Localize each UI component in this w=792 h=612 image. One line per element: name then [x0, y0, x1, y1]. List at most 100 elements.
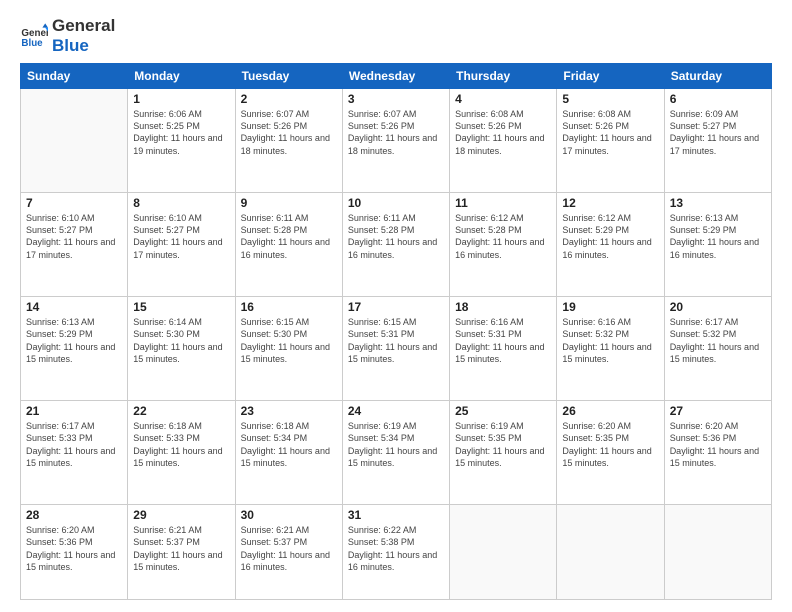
day-info: Sunrise: 6:16 AMSunset: 5:31 PMDaylight:… — [455, 316, 551, 365]
day-number: 23 — [241, 404, 337, 418]
weekday-header-tuesday: Tuesday — [235, 64, 342, 89]
day-number: 4 — [455, 92, 551, 106]
day-number: 20 — [670, 300, 766, 314]
calendar-cell: 17Sunrise: 6:15 AMSunset: 5:31 PMDayligh… — [342, 297, 449, 401]
day-number: 30 — [241, 508, 337, 522]
calendar-cell: 28 Sunrise: 6:20 AMSunset: 5:36 PMDayligh… — [21, 505, 128, 600]
week-row-4: 21 Sunrise: 6:17 AMSunset: 5:33 PMDayligh… — [21, 401, 772, 505]
weekday-header-monday: Monday — [128, 64, 235, 89]
day-info: Sunrise: 6:22 AMSunset: 5:38 PMDaylight:… — [348, 524, 444, 573]
calendar-cell: 31 Sunrise: 6:22 AMSunset: 5:38 PMDayligh… — [342, 505, 449, 600]
day-number: 17 — [348, 300, 444, 314]
page: General Blue General Blue SundayMondayTu… — [0, 0, 792, 612]
logo-blue: Blue — [52, 36, 115, 56]
calendar-cell: 29 Sunrise: 6:21 AMSunset: 5:37 PMDayligh… — [128, 505, 235, 600]
calendar-cell: 24Sunrise: 6:19 AMSunset: 5:34 PMDayligh… — [342, 401, 449, 505]
day-info: Sunrise: 6:20 AMSunset: 5:36 PMDaylight:… — [26, 524, 122, 573]
day-number: 14 — [26, 300, 122, 314]
day-info: Sunrise: 6:14 AMSunset: 5:30 PMDaylight:… — [133, 316, 229, 365]
calendar-cell — [450, 505, 557, 600]
logo: General Blue General Blue — [20, 16, 115, 55]
day-info: Sunrise: 6:13 AMSunset: 5:29 PMDaylight:… — [26, 316, 122, 365]
calendar-cell: 7 Sunrise: 6:10 AMSunset: 5:27 PMDaylight… — [21, 193, 128, 297]
day-number: 10 — [348, 196, 444, 210]
day-number: 6 — [670, 92, 766, 106]
day-number: 29 — [133, 508, 229, 522]
calendar-cell: 6 Sunrise: 6:09 AMSunset: 5:27 PMDaylight… — [664, 89, 771, 193]
day-info: Sunrise: 6:18 AMSunset: 5:34 PMDaylight:… — [241, 420, 337, 469]
day-number: 13 — [670, 196, 766, 210]
day-number: 26 — [562, 404, 658, 418]
day-info: Sunrise: 6:07 AMSunset: 5:26 PMDaylight:… — [241, 108, 337, 157]
weekday-header-thursday: Thursday — [450, 64, 557, 89]
day-info: Sunrise: 6:18 AMSunset: 5:33 PMDaylight:… — [133, 420, 229, 469]
day-info: Sunrise: 6:19 AMSunset: 5:35 PMDaylight:… — [455, 420, 551, 469]
day-number: 18 — [455, 300, 551, 314]
day-number: 31 — [348, 508, 444, 522]
day-info: Sunrise: 6:20 AMSunset: 5:36 PMDaylight:… — [670, 420, 766, 469]
calendar-cell: 11Sunrise: 6:12 AMSunset: 5:28 PMDayligh… — [450, 193, 557, 297]
day-number: 21 — [26, 404, 122, 418]
day-number: 1 — [133, 92, 229, 106]
calendar-cell: 19 Sunrise: 6:16 AMSunset: 5:32 PMDayligh… — [557, 297, 664, 401]
calendar-cell: 22 Sunrise: 6:18 AMSunset: 5:33 PMDayligh… — [128, 401, 235, 505]
calendar-cell: 2 Sunrise: 6:07 AMSunset: 5:26 PMDaylight… — [235, 89, 342, 193]
day-number: 25 — [455, 404, 551, 418]
weekday-header-wednesday: Wednesday — [342, 64, 449, 89]
day-info: Sunrise: 6:10 AMSunset: 5:27 PMDaylight:… — [26, 212, 122, 261]
week-row-3: 14 Sunrise: 6:13 AMSunset: 5:29 PMDayligh… — [21, 297, 772, 401]
calendar-cell: 27 Sunrise: 6:20 AMSunset: 5:36 PMDayligh… — [664, 401, 771, 505]
day-number: 27 — [670, 404, 766, 418]
header: General Blue General Blue — [20, 16, 772, 55]
generalblue-logo-icon: General Blue — [20, 22, 48, 50]
week-row-1: 1 Sunrise: 6:06 AMSunset: 5:25 PMDaylight… — [21, 89, 772, 193]
calendar-cell: 13 Sunrise: 6:13 AMSunset: 5:29 PMDayligh… — [664, 193, 771, 297]
day-number: 8 — [133, 196, 229, 210]
day-number: 2 — [241, 92, 337, 106]
calendar-cell: 15Sunrise: 6:14 AMSunset: 5:30 PMDayligh… — [128, 297, 235, 401]
weekday-header-row: SundayMondayTuesdayWednesdayThursdayFrid… — [21, 64, 772, 89]
day-info: Sunrise: 6:20 AMSunset: 5:35 PMDaylight:… — [562, 420, 658, 469]
calendar-cell: 18 Sunrise: 6:16 AMSunset: 5:31 PMDayligh… — [450, 297, 557, 401]
day-info: Sunrise: 6:11 AMSunset: 5:28 PMDaylight:… — [348, 212, 444, 261]
day-number: 24 — [348, 404, 444, 418]
week-row-2: 7 Sunrise: 6:10 AMSunset: 5:27 PMDaylight… — [21, 193, 772, 297]
svg-text:Blue: Blue — [21, 37, 43, 48]
day-number: 16 — [241, 300, 337, 314]
day-number: 22 — [133, 404, 229, 418]
weekday-header-sunday: Sunday — [21, 64, 128, 89]
calendar-cell: 25 Sunrise: 6:19 AMSunset: 5:35 PMDayligh… — [450, 401, 557, 505]
weekday-header-friday: Friday — [557, 64, 664, 89]
calendar-cell: 1 Sunrise: 6:06 AMSunset: 5:25 PMDaylight… — [128, 89, 235, 193]
day-info: Sunrise: 6:17 AMSunset: 5:33 PMDaylight:… — [26, 420, 122, 469]
day-number: 3 — [348, 92, 444, 106]
calendar-cell: 10 Sunrise: 6:11 AMSunset: 5:28 PMDayligh… — [342, 193, 449, 297]
day-info: Sunrise: 6:17 AMSunset: 5:32 PMDaylight:… — [670, 316, 766, 365]
day-info: Sunrise: 6:08 AMSunset: 5:26 PMDaylight:… — [455, 108, 551, 157]
day-info: Sunrise: 6:07 AMSunset: 5:26 PMDaylight:… — [348, 108, 444, 157]
day-number: 12 — [562, 196, 658, 210]
day-info: Sunrise: 6:06 AMSunset: 5:25 PMDaylight:… — [133, 108, 229, 157]
day-number: 7 — [26, 196, 122, 210]
day-info: Sunrise: 6:11 AMSunset: 5:28 PMDaylight:… — [241, 212, 337, 261]
calendar-cell: 30Sunrise: 6:21 AMSunset: 5:37 PMDayligh… — [235, 505, 342, 600]
day-info: Sunrise: 6:12 AMSunset: 5:29 PMDaylight:… — [562, 212, 658, 261]
calendar-cell: 3 Sunrise: 6:07 AMSunset: 5:26 PMDaylight… — [342, 89, 449, 193]
calendar-cell: 9Sunrise: 6:11 AMSunset: 5:28 PMDaylight… — [235, 193, 342, 297]
day-number: 28 — [26, 508, 122, 522]
calendar-cell: 5Sunrise: 6:08 AMSunset: 5:26 PMDaylight… — [557, 89, 664, 193]
day-info: Sunrise: 6:08 AMSunset: 5:26 PMDaylight:… — [562, 108, 658, 157]
day-info: Sunrise: 6:16 AMSunset: 5:32 PMDaylight:… — [562, 316, 658, 365]
logo-general: General — [52, 16, 115, 36]
day-info: Sunrise: 6:21 AMSunset: 5:37 PMDaylight:… — [133, 524, 229, 573]
calendar-cell: 26 Sunrise: 6:20 AMSunset: 5:35 PMDayligh… — [557, 401, 664, 505]
day-info: Sunrise: 6:10 AMSunset: 5:27 PMDaylight:… — [133, 212, 229, 261]
day-number: 19 — [562, 300, 658, 314]
calendar-table: SundayMondayTuesdayWednesdayThursdayFrid… — [20, 63, 772, 600]
day-info: Sunrise: 6:13 AMSunset: 5:29 PMDaylight:… — [670, 212, 766, 261]
day-info: Sunrise: 6:09 AMSunset: 5:27 PMDaylight:… — [670, 108, 766, 157]
calendar-cell: 20 Sunrise: 6:17 AMSunset: 5:32 PMDayligh… — [664, 297, 771, 401]
calendar-cell: 23 Sunrise: 6:18 AMSunset: 5:34 PMDayligh… — [235, 401, 342, 505]
calendar-cell: 21 Sunrise: 6:17 AMSunset: 5:33 PMDayligh… — [21, 401, 128, 505]
calendar-cell: 8 Sunrise: 6:10 AMSunset: 5:27 PMDaylight… — [128, 193, 235, 297]
